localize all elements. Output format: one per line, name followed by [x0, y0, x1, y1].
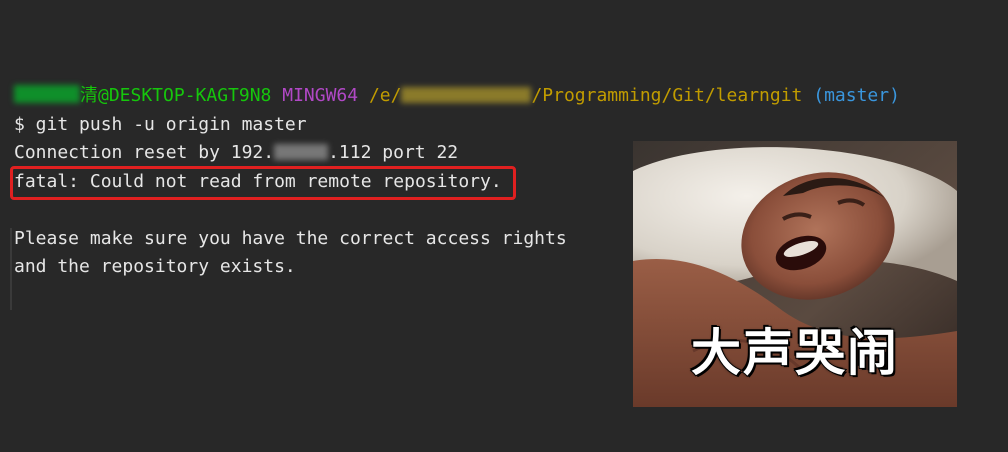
scroll-indicator	[10, 228, 12, 310]
prompt-env: MINGW64	[282, 85, 359, 106]
meme-caption: 大声哭闹	[690, 323, 899, 383]
prompt-host: @DESKTOP-KAGT9N8	[98, 85, 272, 106]
command-line: $ git push -u origin master	[14, 114, 307, 135]
shell-prompt: 清@DESKTOP-KAGT9N8 MINGW64 /e/ /Programmin…	[14, 84, 900, 108]
prompt-user-suffix: 清	[80, 85, 98, 106]
prompt-path-suffix: /Programming/Git/learngit	[531, 85, 803, 106]
hint-line-1: Please make sure you have the correct ac…	[14, 228, 567, 249]
connection-prefix: Connection reset by 192.	[14, 142, 275, 163]
error-highlight-box	[10, 166, 516, 200]
redacted-username	[14, 85, 80, 103]
prompt-branch: (master)	[813, 85, 900, 106]
crying-meme-image: 大声哭闹	[633, 141, 957, 407]
connection-suffix: .112 port 22	[328, 142, 459, 163]
redacted-ip	[274, 144, 329, 160]
connection-reset-line: Connection reset by 192. .112 port 22	[14, 141, 458, 165]
hint-line-2: and the repository exists.	[14, 256, 296, 277]
prompt-path-prefix: /e/	[368, 85, 402, 106]
redacted-path	[401, 87, 532, 103]
terminal-window[interactable]: 清@DESKTOP-KAGT9N8 MINGW64 /e/ /Programmin…	[0, 0, 1008, 452]
